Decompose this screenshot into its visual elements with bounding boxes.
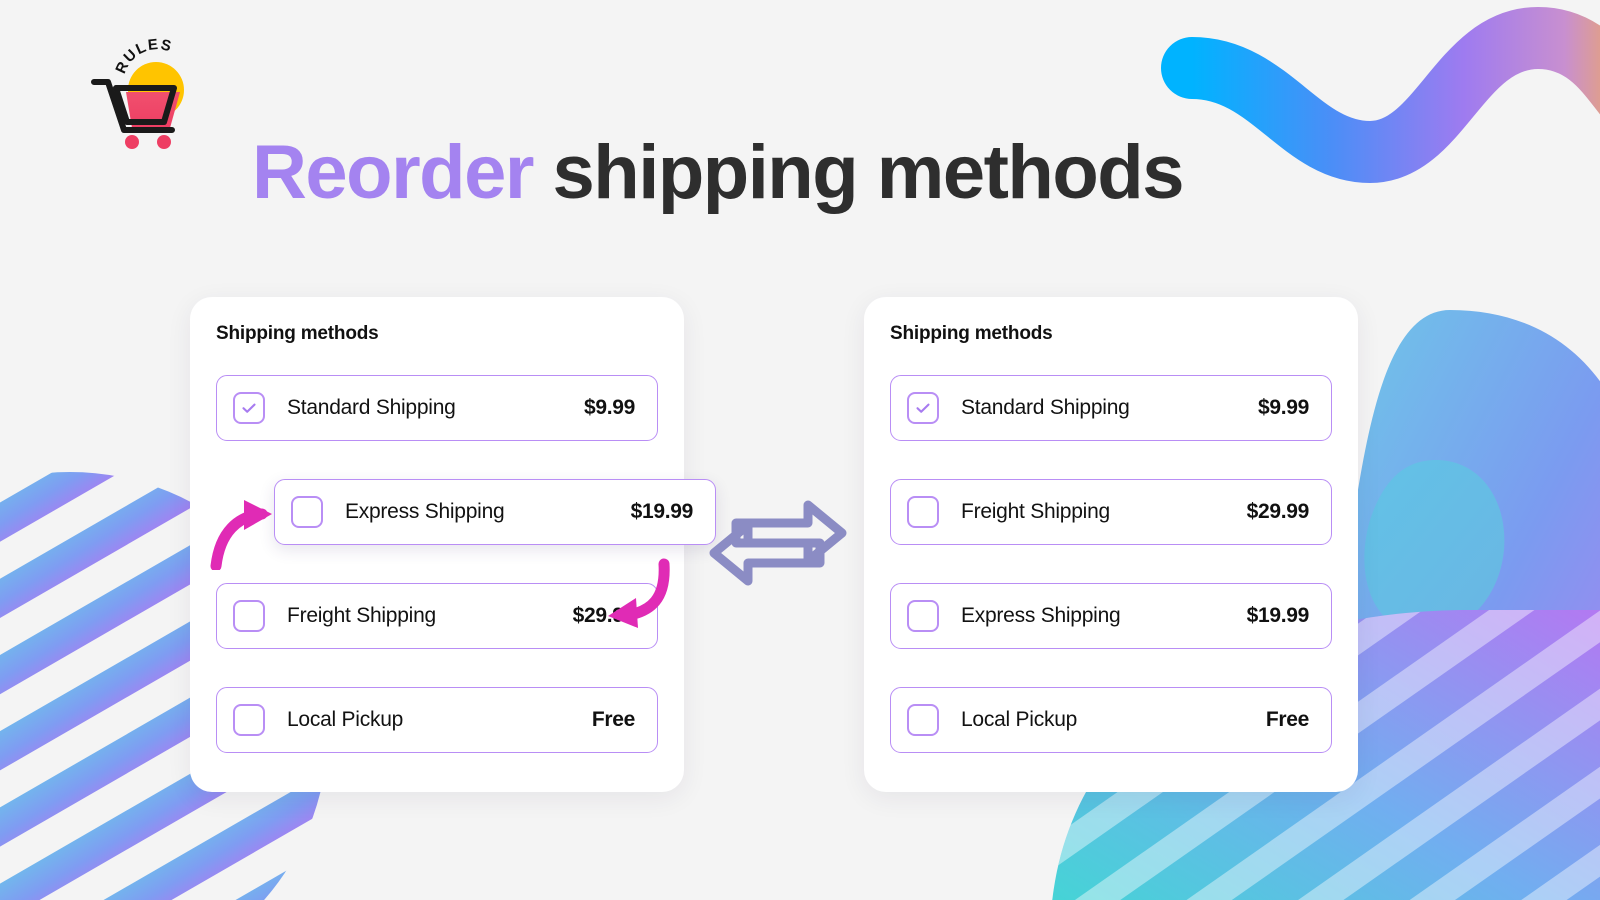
shipping-method-label: Express Shipping bbox=[961, 604, 1121, 627]
shipping-method-price: Free bbox=[591, 708, 635, 731]
checkbox-unchecked[interactable] bbox=[907, 496, 939, 528]
checkbox-unchecked[interactable] bbox=[233, 600, 265, 632]
shipping-method-label: Standard Shipping bbox=[287, 396, 456, 419]
shipping-method-label: Freight Shipping bbox=[287, 604, 436, 627]
checkbox-unchecked[interactable] bbox=[291, 496, 323, 528]
shipping-method-price: $29.99 bbox=[1246, 500, 1310, 523]
card-heading-right: Shipping methods bbox=[890, 323, 1053, 344]
checkbox-checked[interactable] bbox=[233, 392, 265, 424]
shipping-method-label: Local Pickup bbox=[961, 708, 1078, 731]
shipping-method-row[interactable]: Freight Shipping $29.99 bbox=[216, 583, 658, 649]
check-icon bbox=[242, 403, 256, 413]
shipping-method-row[interactable]: Standard Shipping $9.99 bbox=[216, 375, 658, 441]
checkbox-unchecked[interactable] bbox=[907, 600, 939, 632]
shipping-method-row[interactable]: Express Shipping $19.99 bbox=[274, 479, 716, 545]
shipping-method-label: Standard Shipping bbox=[961, 396, 1130, 419]
shipping-method-price: $9.99 bbox=[583, 396, 635, 419]
shipping-method-row[interactable]: Express Shipping $19.99 bbox=[890, 583, 1332, 649]
swap-horizontal-arrows-icon bbox=[709, 500, 847, 586]
shipping-method-price: Free bbox=[1265, 708, 1309, 731]
card-heading-left: Shipping methods bbox=[216, 323, 379, 344]
checkbox-unchecked[interactable] bbox=[907, 704, 939, 736]
check-icon bbox=[916, 403, 930, 413]
shipping-methods-card-after: Shipping methods Standard Shipping $9.99 F… bbox=[864, 297, 1358, 792]
shipping-method-price: $19.99 bbox=[1246, 604, 1310, 627]
shipping-method-row[interactable]: Local Pickup Free bbox=[216, 687, 658, 753]
cards-area: Shipping methods Standard Shipping $9.99 E… bbox=[0, 0, 1600, 900]
shipping-method-row[interactable]: Standard Shipping $9.99 bbox=[890, 375, 1332, 441]
shipping-method-label: Local Pickup bbox=[287, 708, 404, 731]
shipping-method-row[interactable]: Freight Shipping $29.99 bbox=[890, 479, 1332, 545]
shipping-method-price: $9.99 bbox=[1257, 396, 1309, 419]
drag-arrow-up-icon bbox=[210, 500, 272, 570]
shipping-method-label: Express Shipping bbox=[345, 500, 505, 523]
drag-arrow-down-icon bbox=[608, 558, 670, 628]
shipping-method-row[interactable]: Local Pickup Free bbox=[890, 687, 1332, 753]
shipping-method-price: $19.99 bbox=[630, 500, 694, 523]
shipping-method-label: Freight Shipping bbox=[961, 500, 1110, 523]
checkbox-checked[interactable] bbox=[907, 392, 939, 424]
checkbox-unchecked[interactable] bbox=[233, 704, 265, 736]
shipping-methods-list-right: Standard Shipping $9.99 Freight Shipping $2… bbox=[864, 375, 1358, 753]
